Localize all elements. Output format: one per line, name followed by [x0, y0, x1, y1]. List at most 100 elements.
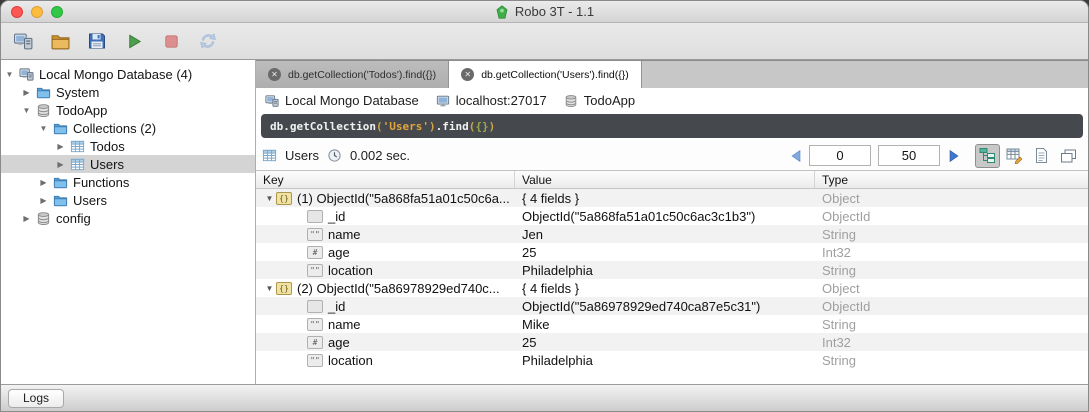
skip-input[interactable]: [809, 145, 871, 166]
limit-input[interactable]: [878, 145, 940, 166]
row-value: { 4 fields }: [515, 191, 815, 206]
integer-icon: #: [307, 336, 323, 349]
stop-button[interactable]: [159, 29, 183, 53]
table-row-field[interactable]: "" name Mike String: [256, 315, 1088, 333]
table-row-field[interactable]: "" location Philadelphia String: [256, 351, 1088, 369]
next-page-button[interactable]: [947, 148, 960, 163]
query-token: 'Users': [383, 120, 429, 133]
table-row-document-1[interactable]: ▼ {} (1) ObjectId("5a868fa51a01c50c6a...…: [256, 189, 1088, 207]
monitor-icon: [436, 94, 450, 108]
close-tab-icon[interactable]: ✕: [461, 68, 474, 81]
column-header-type[interactable]: Type: [815, 171, 1088, 188]
expand-closed-icon[interactable]: ▶: [20, 214, 33, 223]
string-icon: "": [307, 264, 323, 277]
table-view-icon: [1006, 147, 1023, 164]
main-toolbar: [1, 23, 1088, 60]
connection-breadcrumb: Local Mongo Database localhost:27017 Tod…: [256, 88, 1088, 113]
tree-item-todoapp[interactable]: ▼ TodoApp: [1, 101, 255, 119]
tree-item-local-mongo-database[interactable]: ▼ Local Mongo Database (4): [1, 65, 255, 83]
zoom-window-button[interactable]: [51, 6, 63, 18]
results-collection-name: Users: [285, 148, 319, 163]
query-tab-bar: ✕ db.getCollection('Todos').find({}) ✕ d…: [256, 60, 1088, 88]
table-row-field[interactable]: _id ObjectId("5a86978929ed740ca87e5c31")…: [256, 297, 1088, 315]
tree-item-users-collection[interactable]: ▶ Users: [1, 155, 255, 173]
expand-closed-icon[interactable]: ▶: [37, 178, 50, 187]
close-window-button[interactable]: [11, 6, 23, 18]
table-row-field[interactable]: "" name Jen String: [256, 225, 1088, 243]
collection-icon: [262, 148, 277, 163]
app-logo-icon: [495, 5, 509, 19]
expand-closed-icon[interactable]: ▶: [20, 88, 33, 97]
tab-todos-query[interactable]: ✕ db.getCollection('Todos').find({}): [256, 61, 449, 88]
view-mode-buttons: [975, 144, 1081, 168]
expand-open-icon[interactable]: ▼: [20, 106, 33, 115]
logs-button[interactable]: Logs: [8, 389, 64, 408]
expand-closed-icon[interactable]: ▶: [37, 196, 50, 205]
text-view-button[interactable]: [1029, 144, 1054, 168]
breadcrumb-label: TodoApp: [584, 93, 635, 108]
column-header-key[interactable]: Key: [256, 171, 515, 188]
expand-open-icon[interactable]: ▼: [263, 284, 276, 293]
objectid-icon: [307, 300, 323, 313]
expand-closed-icon[interactable]: ▶: [54, 160, 67, 169]
row-value: Mike: [515, 317, 815, 332]
tree-item-functions[interactable]: ▶ Functions: [1, 173, 255, 191]
arrow-left-icon: [790, 149, 802, 163]
row-value: 25: [515, 245, 815, 260]
expand-open-icon[interactable]: ▼: [3, 70, 16, 79]
row-type: ObjectId: [815, 299, 1088, 314]
custom-view-button[interactable]: [1056, 144, 1081, 168]
tab-label: db.getCollection('Users').find({}): [481, 69, 629, 81]
table-row-field[interactable]: "" location Philadelphia String: [256, 261, 1088, 279]
window-title-text: Robo 3T - 1.1: [515, 4, 594, 19]
tree-item-users-folder[interactable]: ▶ Users: [1, 191, 255, 209]
tree-item-label: Collections (2): [73, 121, 156, 136]
row-value: ObjectId("5a868fa51a01c50c6ac3c1b3"): [515, 209, 815, 224]
open-button[interactable]: [48, 29, 72, 53]
tab-users-query[interactable]: ✕ db.getCollection('Users').find({}): [449, 61, 642, 88]
query-editor-area: db.getCollection('Users').find({}): [256, 113, 1088, 141]
tree-item-label: Functions: [73, 175, 129, 190]
tree-item-config[interactable]: ▶ config: [1, 209, 255, 227]
breadcrumb-host: localhost:27017: [436, 93, 547, 108]
table-row-field[interactable]: # age 25 Int32: [256, 243, 1088, 261]
collection-icon: [70, 139, 85, 154]
tree-item-todos[interactable]: ▶ Todos: [1, 137, 255, 155]
expand-closed-icon[interactable]: ▶: [54, 142, 67, 151]
minimize-window-button[interactable]: [31, 6, 43, 18]
row-value: Philadelphia: [515, 263, 815, 278]
pagination-controls: [789, 144, 1081, 168]
close-tab-icon[interactable]: ✕: [268, 68, 281, 81]
folder-icon: [36, 85, 51, 100]
orientation-button[interactable]: [196, 29, 220, 53]
expand-open-icon[interactable]: ▼: [37, 124, 50, 133]
tree-view-button[interactable]: [975, 144, 1000, 168]
title-bar: Robo 3T - 1.1: [1, 1, 1088, 23]
table-view-button[interactable]: [1002, 144, 1027, 168]
save-button[interactable]: [85, 29, 109, 53]
tree-item-collections[interactable]: ▼ Collections (2): [1, 119, 255, 137]
breadcrumb-label: Local Mongo Database: [285, 93, 419, 108]
table-row-field[interactable]: _id ObjectId("5a868fa51a01c50c6ac3c1b3")…: [256, 207, 1088, 225]
expand-open-icon[interactable]: ▼: [263, 194, 276, 203]
query-editor[interactable]: db.getCollection('Users').find({}): [261, 114, 1083, 138]
connect-icon: [13, 31, 34, 52]
table-row-field[interactable]: # age 25 Int32: [256, 333, 1088, 351]
query-token: .find: [436, 120, 469, 133]
status-bar: Logs: [1, 384, 1088, 411]
table-row-document-2[interactable]: ▼ {} (2) ObjectId("5a86978929ed740c... {…: [256, 279, 1088, 297]
column-header-value[interactable]: Value: [515, 171, 815, 188]
string-icon: "": [307, 318, 323, 331]
row-type: Object: [815, 191, 1088, 206]
execute-button[interactable]: [122, 29, 146, 53]
tree-item-system[interactable]: ▶ System: [1, 83, 255, 101]
string-icon: "": [307, 228, 323, 241]
breadcrumb-database: TodoApp: [564, 93, 635, 108]
previous-page-button[interactable]: [789, 148, 802, 163]
row-type: Int32: [815, 335, 1088, 350]
tree-item-label: config: [56, 211, 91, 226]
connect-button[interactable]: [11, 29, 35, 53]
database-icon: [564, 94, 578, 108]
results-query-time: 0.002 sec.: [350, 148, 410, 163]
save-icon: [87, 31, 107, 51]
